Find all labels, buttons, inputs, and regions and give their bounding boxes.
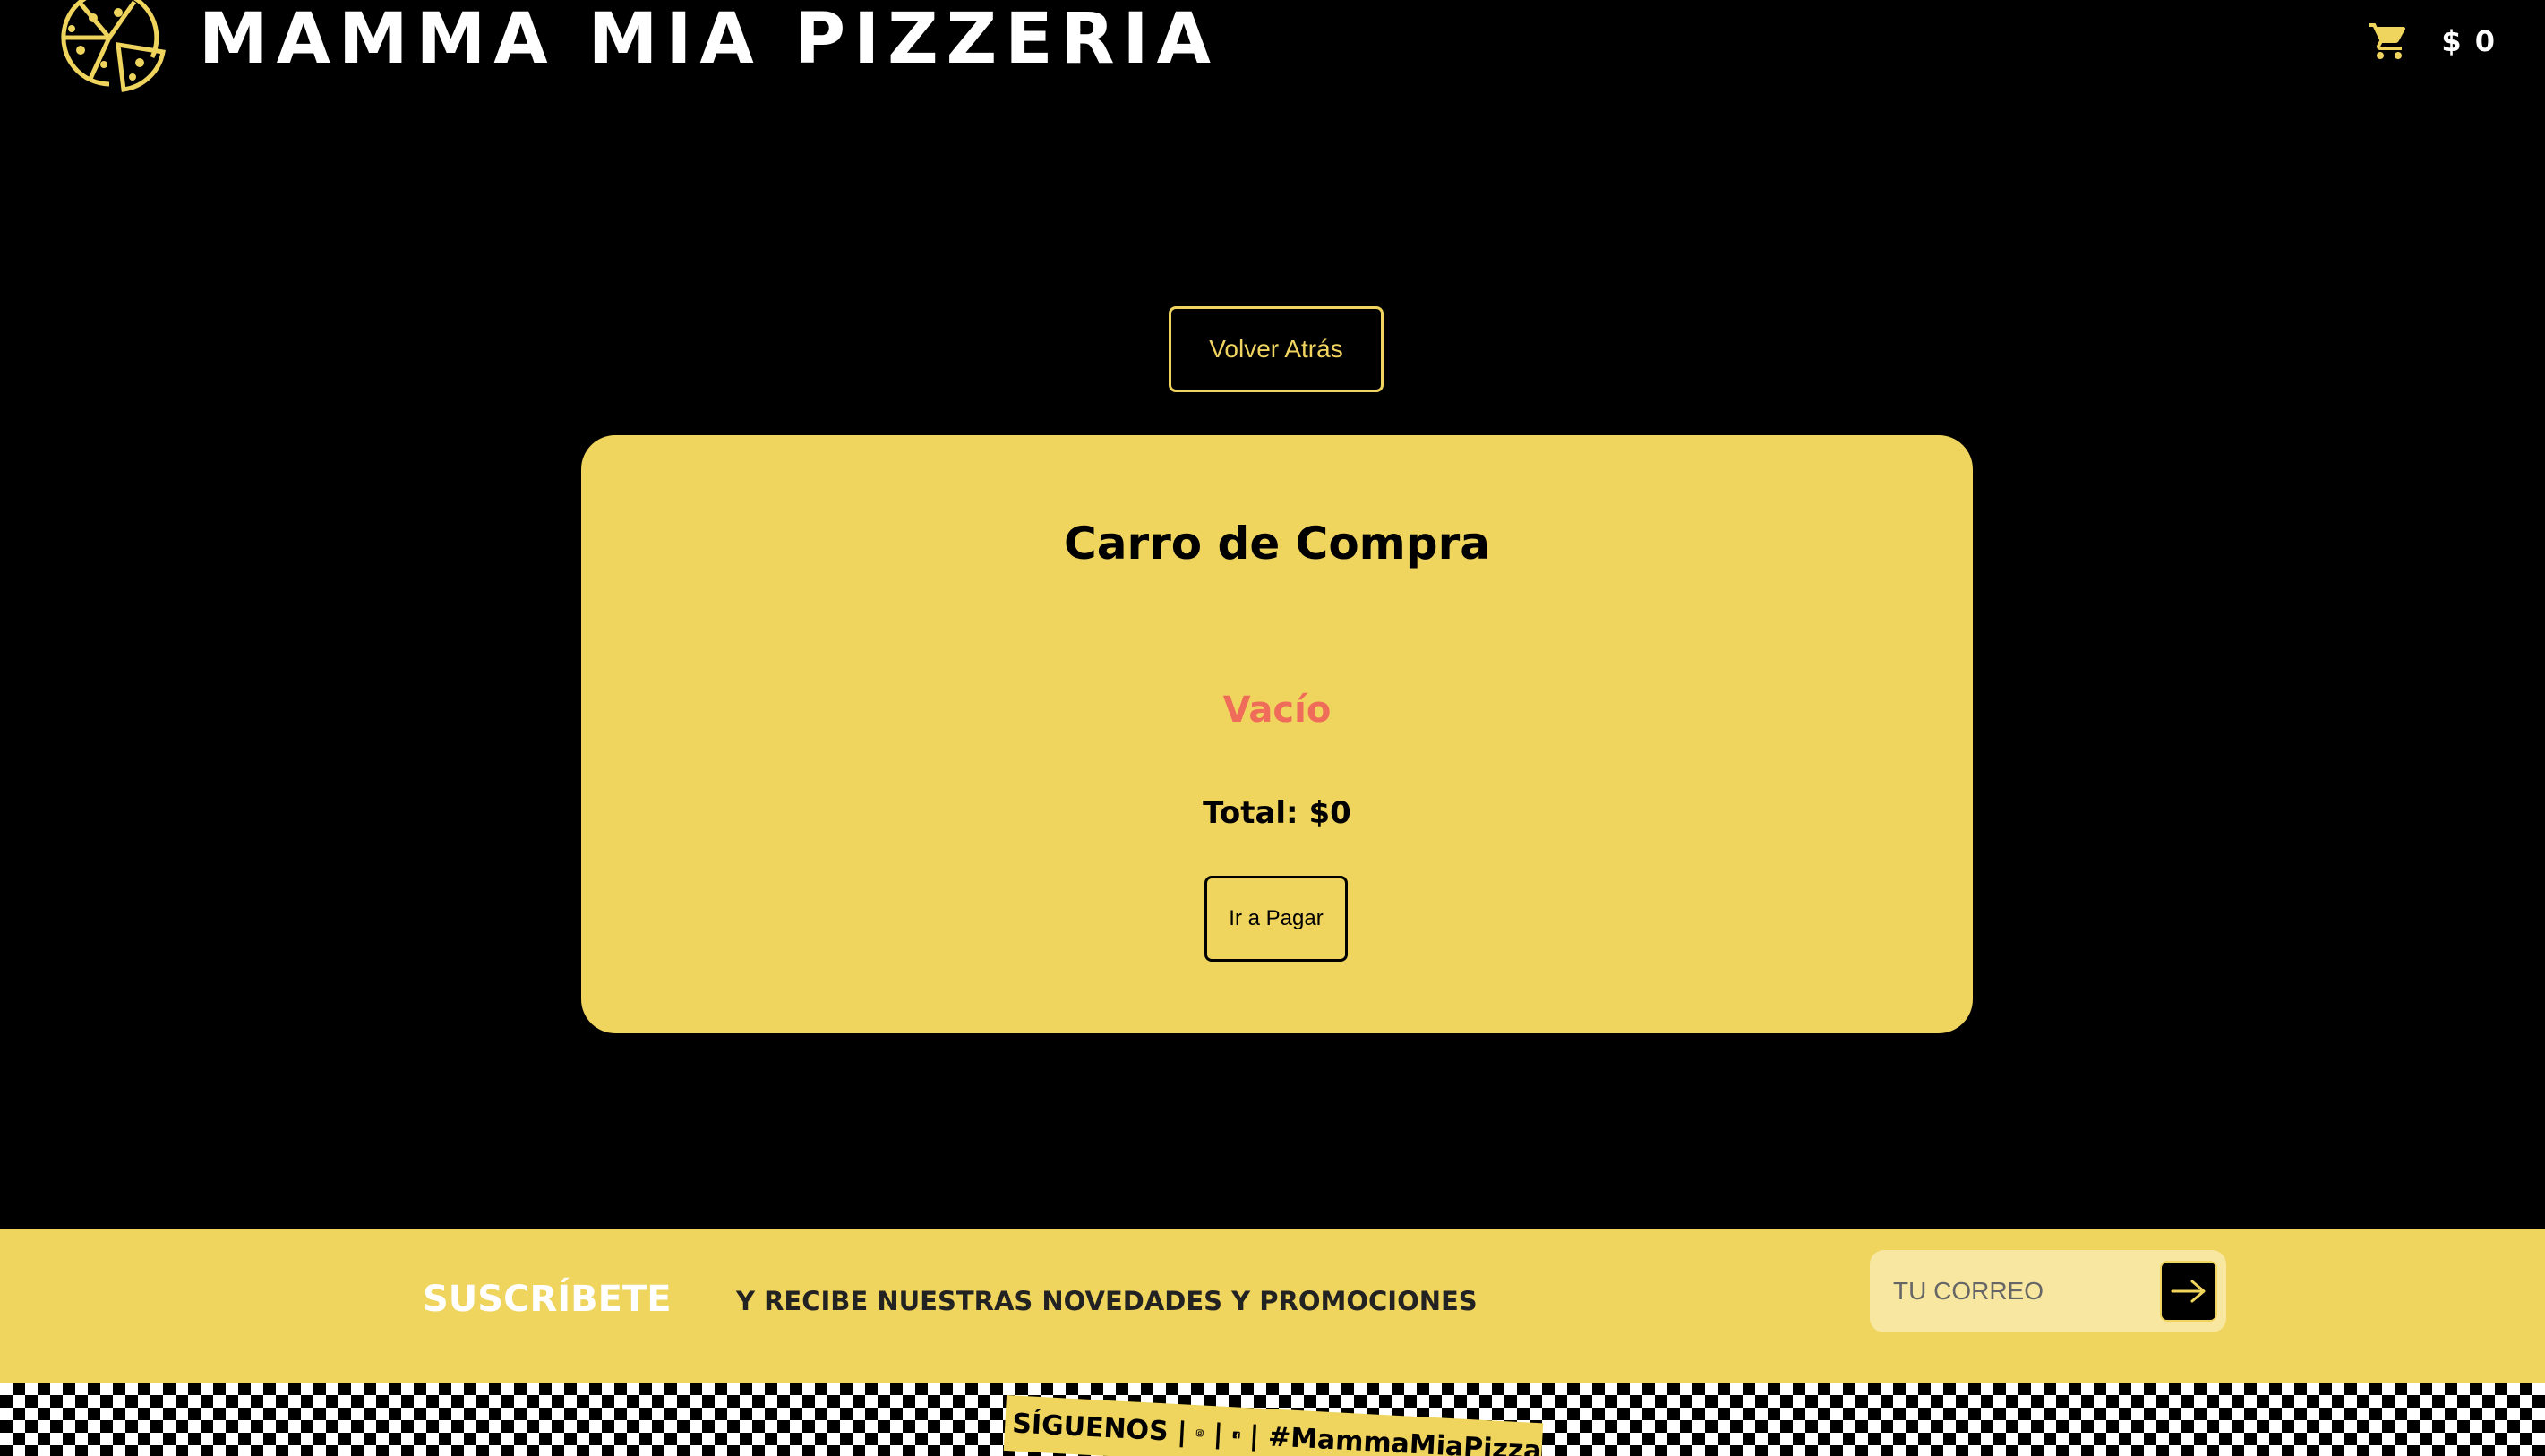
cart-total[interactable]: $ 0 (2441, 24, 2497, 58)
separator: | (1176, 1416, 1188, 1449)
follow-label: SÍGUENOS (1011, 1407, 1170, 1447)
cart-link[interactable]: $ 0 (2368, 16, 2497, 66)
email-form (1870, 1250, 2226, 1332)
subscribe-submit-button[interactable] (2160, 1261, 2217, 1322)
cart-card: Carro de Compra Vacío Total: $0 Ir a Pag… (581, 435, 1973, 1033)
subscribe-banner: SUSCRÍBETE Y RECIBE NUESTRAS NOVEDADES Y… (0, 1229, 2545, 1383)
separator: | (1212, 1417, 1224, 1451)
subscribe-text: Y RECIBE NUESTRAS NOVEDADES Y PROMOCIONE… (736, 1286, 1478, 1316)
hashtag[interactable]: #MammaMiaPizza (1267, 1421, 1542, 1456)
pizza-icon (61, 0, 166, 92)
back-button[interactable]: Volver Atrás (1169, 306, 1384, 392)
cart-title: Carro de Compra (1064, 518, 1490, 570)
brand-title[interactable]: MAMMA MIA PIZZERIA (199, 0, 1219, 82)
navbar: MAMMA MIA PIZZERIA $ 0 (0, 0, 2545, 98)
page: MAMMA MIA PIZZERIA $ 0 Volver Atrás Carr… (0, 0, 2545, 1456)
facebook-icon[interactable] (1231, 1419, 1241, 1450)
instagram-icon[interactable] (1195, 1417, 1205, 1448)
empty-cart-label: Vacío (1222, 689, 1332, 731)
arrow-right-icon (2171, 1280, 2206, 1303)
shopping-cart-icon[interactable] (2368, 20, 2411, 63)
cart-total-label: Total: $0 (1203, 795, 1351, 831)
email-input[interactable] (1893, 1266, 2126, 1316)
checkout-button[interactable]: Ir a Pagar (1204, 876, 1348, 962)
subscribe-title: SUSCRÍBETE (423, 1279, 672, 1320)
separator: | (1248, 1419, 1261, 1452)
